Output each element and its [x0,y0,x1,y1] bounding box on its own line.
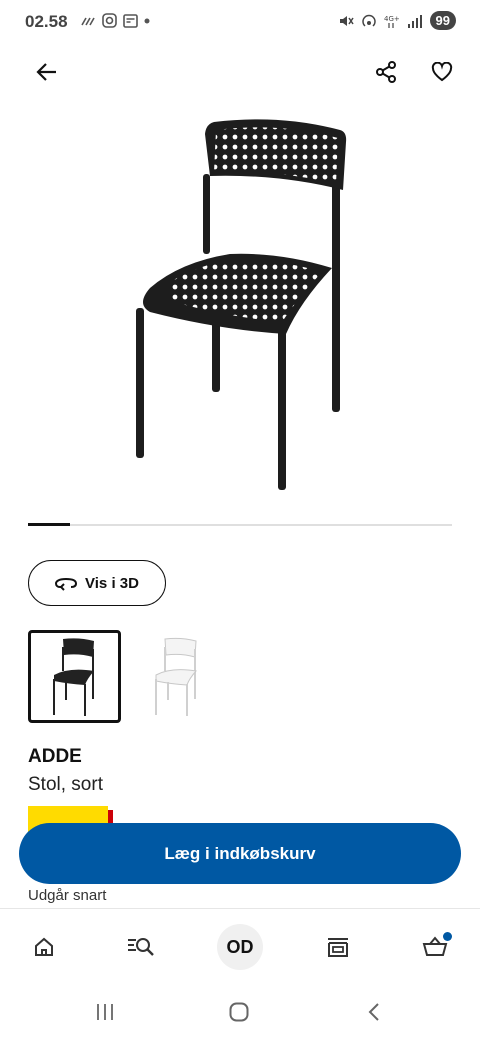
home-circle-icon [229,1002,249,1022]
dot-icon [144,18,150,23]
battery-indicator: 99 [429,11,456,30]
nav-profile[interactable]: OD [215,923,265,971]
variant-white[interactable] [130,630,223,723]
share-button[interactable] [366,52,406,92]
availability-notice: Udgår snart [28,887,107,904]
recent-apps-icon [97,1004,113,1020]
status-right-icons: 4G+ 99 [338,11,456,30]
svg-text:4G+: 4G+ [384,15,400,23]
search-icon [128,938,154,956]
product-image[interactable] [110,112,370,502]
status-time: 02.58 [25,12,68,31]
chair-white-thumbnail [154,637,197,716]
signal-icon [407,14,422,28]
rotate-3d-icon [55,577,78,591]
recent-apps-button[interactable] [85,998,125,1026]
top-app-bar [0,52,480,92]
add-to-cart-label: Læg i indkøbskurv [164,843,316,863]
product-description: Stol, sort [28,774,103,795]
home-system-button[interactable] [219,998,259,1026]
gallery-progress-indicator [28,523,71,526]
back-button[interactable] [27,52,67,92]
home-icon [35,937,53,956]
missed-call-icon [81,17,95,25]
bottom-navigation: OD [0,908,480,984]
instagram-icon [102,13,117,28]
nav-search[interactable] [116,923,166,971]
favorite-button[interactable] [422,52,462,92]
store-icon [328,938,348,957]
share-icon [376,61,396,83]
chair-black-thumbnail [52,637,94,716]
status-bar: 02.58 4G+ 99 [0,0,480,44]
view-3d-label: Vis i 3D [85,574,139,592]
chair-image [136,119,347,490]
mute-icon [339,15,354,26]
4g-icon: 4G+ [384,15,400,28]
cart-badge-dot [443,932,452,941]
hotspot-icon [361,14,376,27]
nav-cart[interactable] [410,923,460,971]
gallery-progress-track [28,523,452,526]
add-to-cart-button[interactable]: Læg i indkøbskurv [19,823,461,884]
profile-avatar: OD [217,924,263,970]
arrow-left-icon [36,63,56,81]
system-navigation-bar [0,984,480,1040]
nav-home[interactable] [19,923,69,971]
chevron-left-icon [368,1003,379,1021]
variant-black[interactable] [28,630,121,723]
news-icon [123,13,138,28]
status-left-icons [80,13,150,28]
view-3d-button[interactable]: Vis i 3D [28,560,166,606]
nav-store[interactable] [313,923,363,971]
back-system-button[interactable] [354,998,394,1026]
heart-icon [431,62,453,82]
product-name: ADDE [28,746,82,767]
